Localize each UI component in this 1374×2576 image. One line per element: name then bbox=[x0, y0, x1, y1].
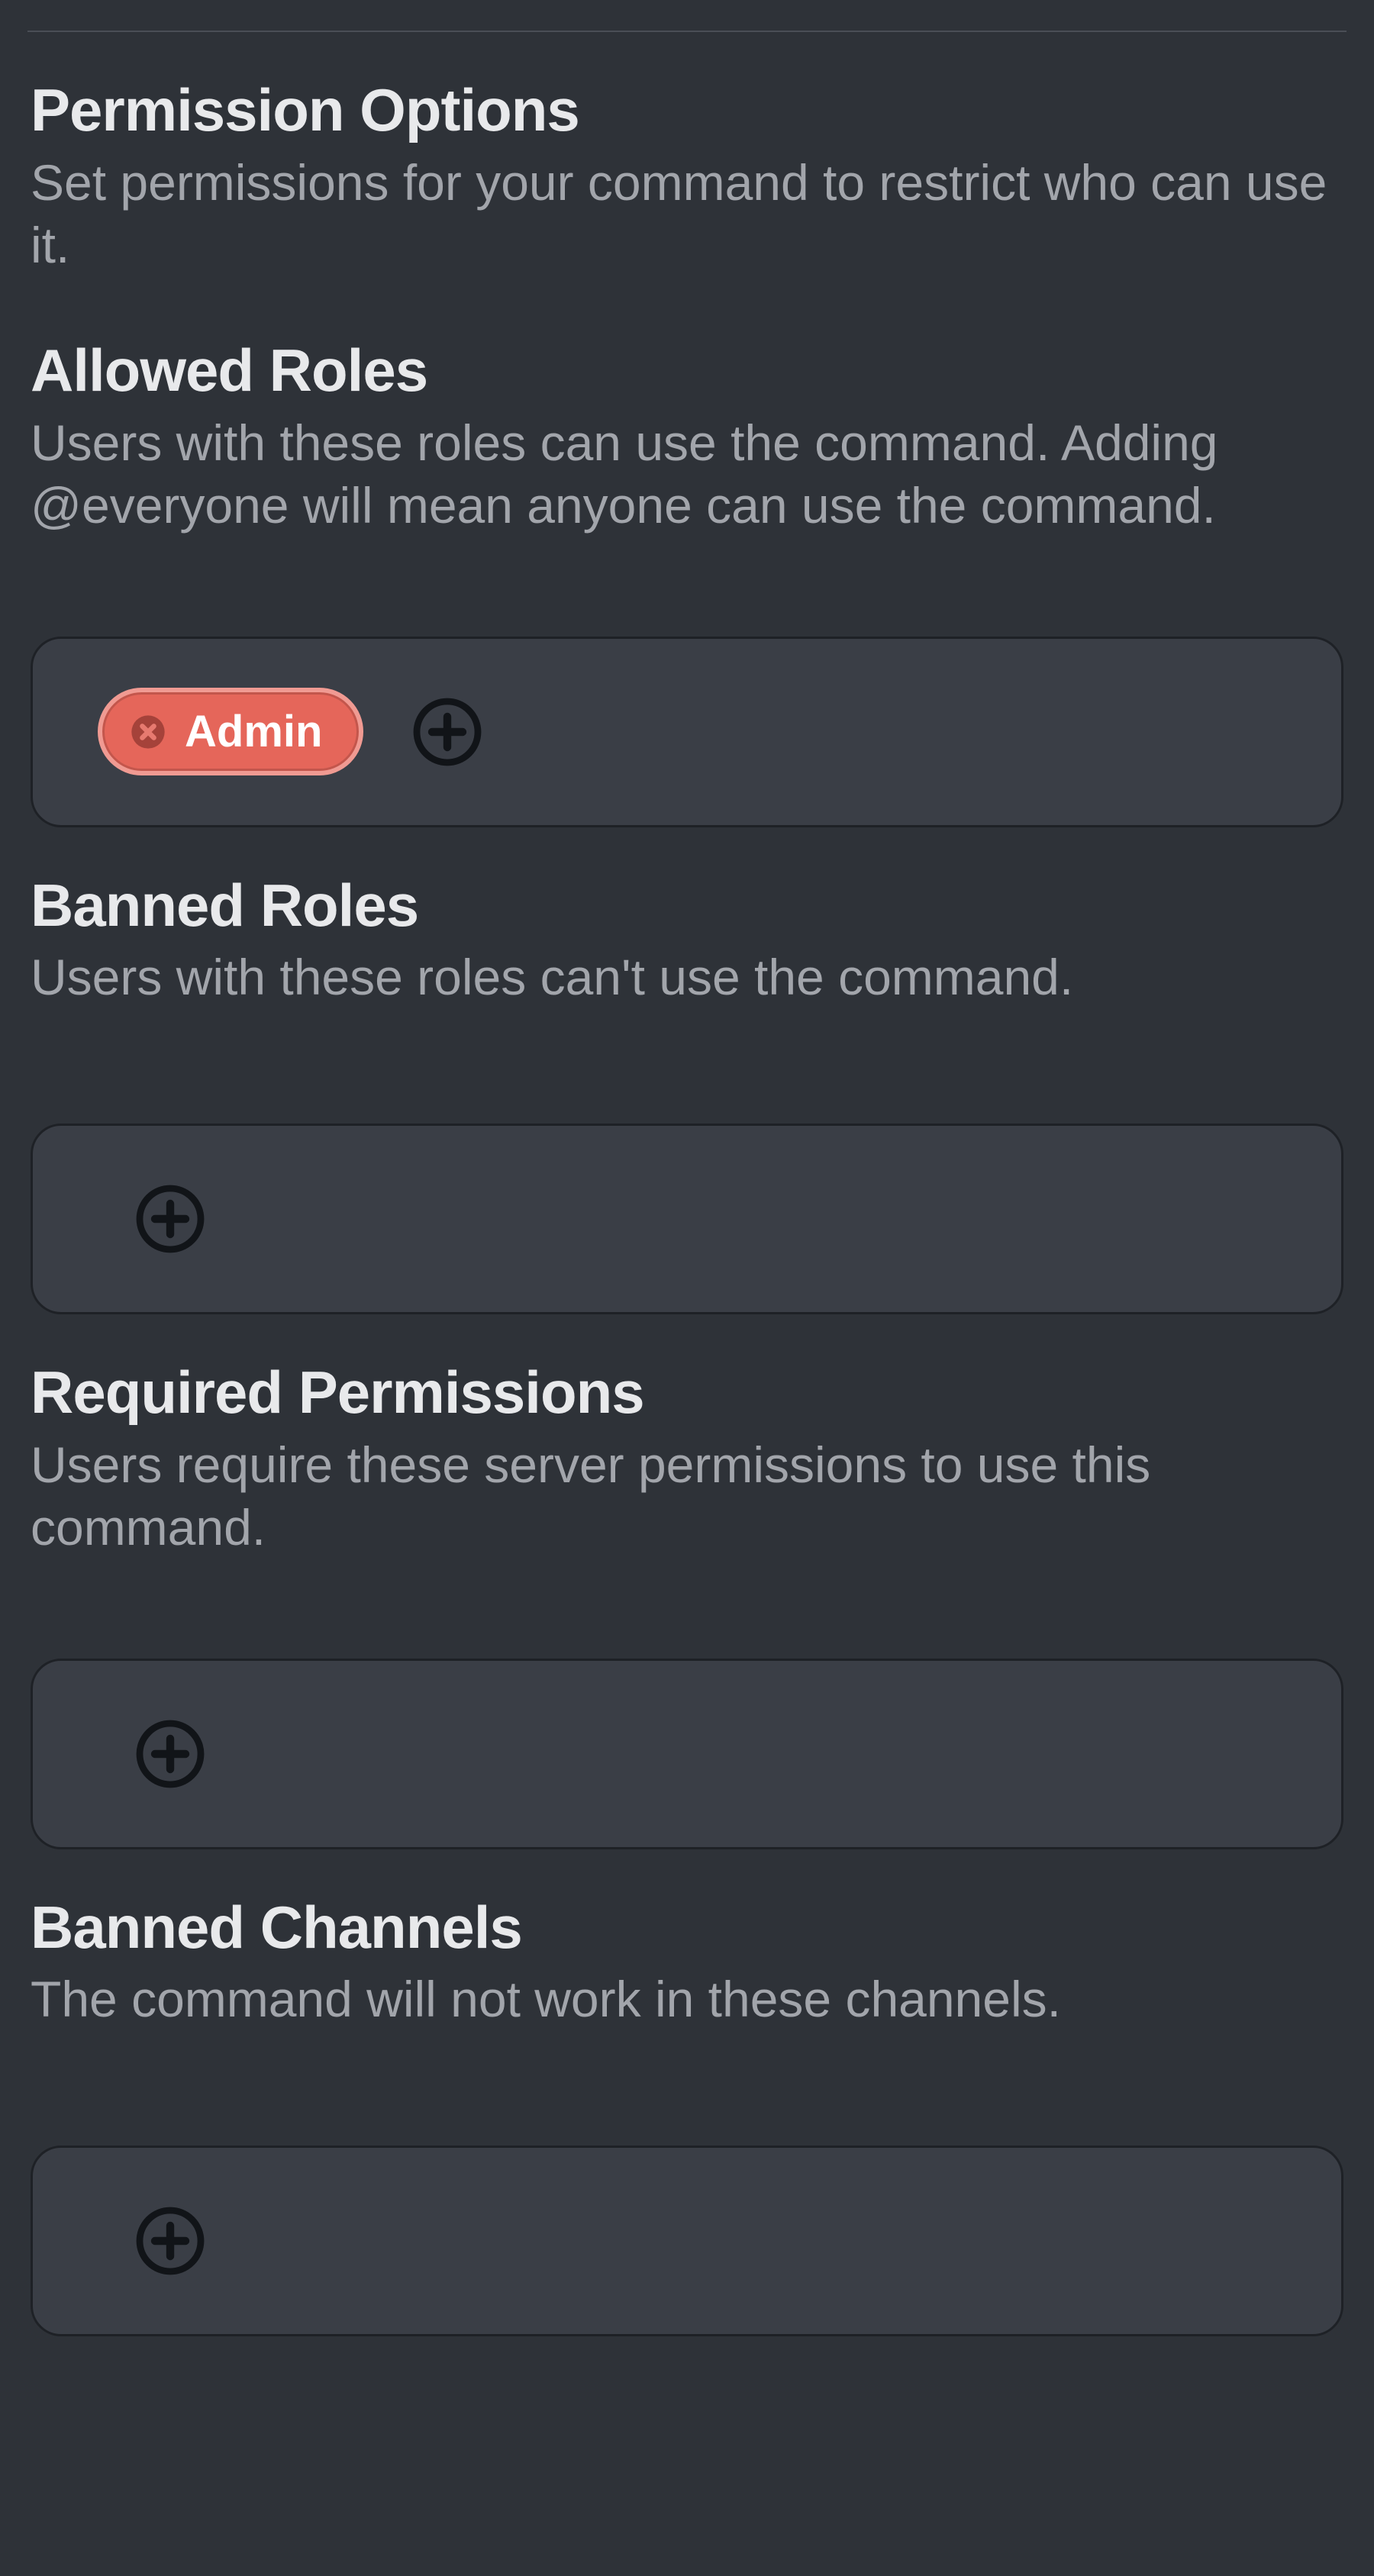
required-permissions-input[interactable] bbox=[31, 1659, 1343, 1849]
allowed-roles-title: Allowed Roles bbox=[31, 338, 1343, 404]
plus-circle-icon[interactable] bbox=[132, 1716, 208, 1792]
banned-roles-title: Banned Roles bbox=[31, 873, 1343, 939]
banned-roles-section: Banned Roles Users with these roles can'… bbox=[31, 873, 1343, 1314]
role-chip-admin[interactable]: Admin bbox=[98, 688, 363, 775]
permission-options-header: Permission Options Set permissions for y… bbox=[31, 78, 1343, 277]
permission-options-title: Permission Options bbox=[31, 78, 1343, 143]
top-divider bbox=[27, 31, 1347, 32]
banned-roles-desc: Users with these roles can't use the com… bbox=[31, 946, 1343, 1009]
plus-circle-icon[interactable] bbox=[409, 694, 485, 770]
banned-channels-title: Banned Channels bbox=[31, 1895, 1343, 1961]
banned-channels-input[interactable] bbox=[31, 2146, 1343, 2336]
required-permissions-title: Required Permissions bbox=[31, 1360, 1343, 1426]
required-permissions-section: Required Permissions Users require these… bbox=[31, 1360, 1343, 1849]
plus-circle-icon[interactable] bbox=[132, 2203, 208, 2279]
allowed-roles-section: Allowed Roles Users with these roles can… bbox=[31, 338, 1343, 827]
permission-options-desc: Set permissions for your command to rest… bbox=[31, 151, 1343, 277]
banned-channels-section: Banned Channels The command will not wor… bbox=[31, 1895, 1343, 2336]
plus-circle-icon[interactable] bbox=[132, 1181, 208, 1257]
allowed-roles-desc: Users with these roles can use the comma… bbox=[31, 411, 1343, 537]
role-chip-label: Admin bbox=[185, 706, 322, 757]
required-permissions-desc: Users require these server permissions t… bbox=[31, 1433, 1343, 1559]
allowed-roles-input[interactable]: Admin bbox=[31, 637, 1343, 827]
banned-roles-input[interactable] bbox=[31, 1124, 1343, 1314]
x-circle-icon[interactable] bbox=[125, 709, 171, 755]
banned-channels-desc: The command will not work in these chann… bbox=[31, 1968, 1343, 2031]
